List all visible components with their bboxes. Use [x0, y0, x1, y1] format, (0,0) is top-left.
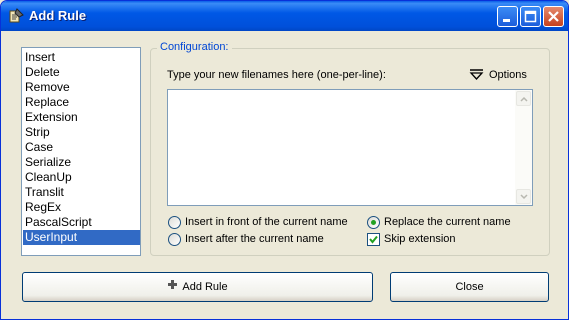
- rule-item-strip[interactable]: Strip: [23, 125, 140, 140]
- add-rule-window: Add Rule Insert Delete Remove Replace Extens…: [0, 0, 569, 320]
- filenames-hint: Type your new filenames here (one-per-li…: [167, 69, 386, 81]
- insert-front-label: Insert in front of the current name: [185, 216, 348, 228]
- skip-extension-label: Skip extension: [384, 233, 456, 245]
- rule-item-extension[interactable]: Extension: [23, 110, 140, 125]
- chevron-up-icon: [520, 96, 528, 102]
- minimize-button[interactable]: [497, 6, 518, 27]
- checkbox-box: [367, 233, 380, 246]
- add-rule-button[interactable]: Add Rule: [22, 272, 373, 302]
- filenames-textarea[interactable]: [167, 89, 533, 206]
- radio-circle: [168, 216, 181, 229]
- title-bar[interactable]: Add Rule: [1, 1, 568, 31]
- checkmark-icon: [369, 235, 378, 244]
- maximize-icon: [524, 10, 537, 23]
- radio-circle-selected: [367, 216, 380, 229]
- rule-item-translit[interactable]: Translit: [23, 185, 140, 200]
- insert-after-radio[interactable]: Insert after the current name: [168, 233, 328, 247]
- scroll-down-button[interactable]: [516, 189, 531, 204]
- close-icon: [548, 11, 559, 22]
- rule-item-remove[interactable]: Remove: [23, 80, 140, 95]
- close-label: Close: [455, 281, 484, 293]
- options-label: Options: [489, 69, 527, 81]
- rule-item-pascalscript[interactable]: PascalScript: [23, 215, 140, 230]
- rule-item-case[interactable]: Case: [23, 140, 140, 155]
- insert-front-radio[interactable]: Insert in front of the current name: [168, 216, 348, 230]
- insert-after-label: Insert after the current name: [185, 233, 324, 245]
- rule-item-userinput[interactable]: UserInput: [23, 230, 140, 245]
- configuration-legend: Configuration:: [157, 41, 232, 53]
- replace-current-radio[interactable]: Replace the current name: [367, 216, 517, 230]
- radio-circle: [168, 233, 181, 246]
- options-triangle-icon: [469, 69, 484, 80]
- close-window-button[interactable]: [543, 6, 564, 27]
- rule-item-insert[interactable]: Insert: [23, 50, 140, 65]
- rule-item-regex[interactable]: RegEx: [23, 200, 140, 215]
- chevron-down-icon: [520, 194, 528, 200]
- maximize-button[interactable]: [520, 6, 541, 27]
- rule-item-serialize[interactable]: Serialize: [23, 155, 140, 170]
- filenames-scrollbar[interactable]: [515, 90, 532, 205]
- minimize-icon: [503, 19, 510, 22]
- add-rule-label: Add Rule: [182, 281, 228, 293]
- rule-item-cleanup[interactable]: CleanUp: [23, 170, 140, 185]
- skip-extension-checkbox[interactable]: Skip extension: [367, 233, 467, 247]
- rule-item-delete[interactable]: Delete: [23, 65, 140, 80]
- rules-list[interactable]: Insert Delete Remove Replace Extension Strip C…: [21, 47, 141, 256]
- scroll-up-button[interactable]: [516, 91, 531, 106]
- replace-current-label: Replace the current name: [384, 216, 511, 228]
- rule-item-replace[interactable]: Replace: [23, 95, 140, 110]
- plus-icon: [167, 273, 178, 301]
- close-button[interactable]: Close: [390, 272, 549, 302]
- app-icon: [8, 8, 24, 24]
- window-title: Add Rule: [29, 8, 87, 23]
